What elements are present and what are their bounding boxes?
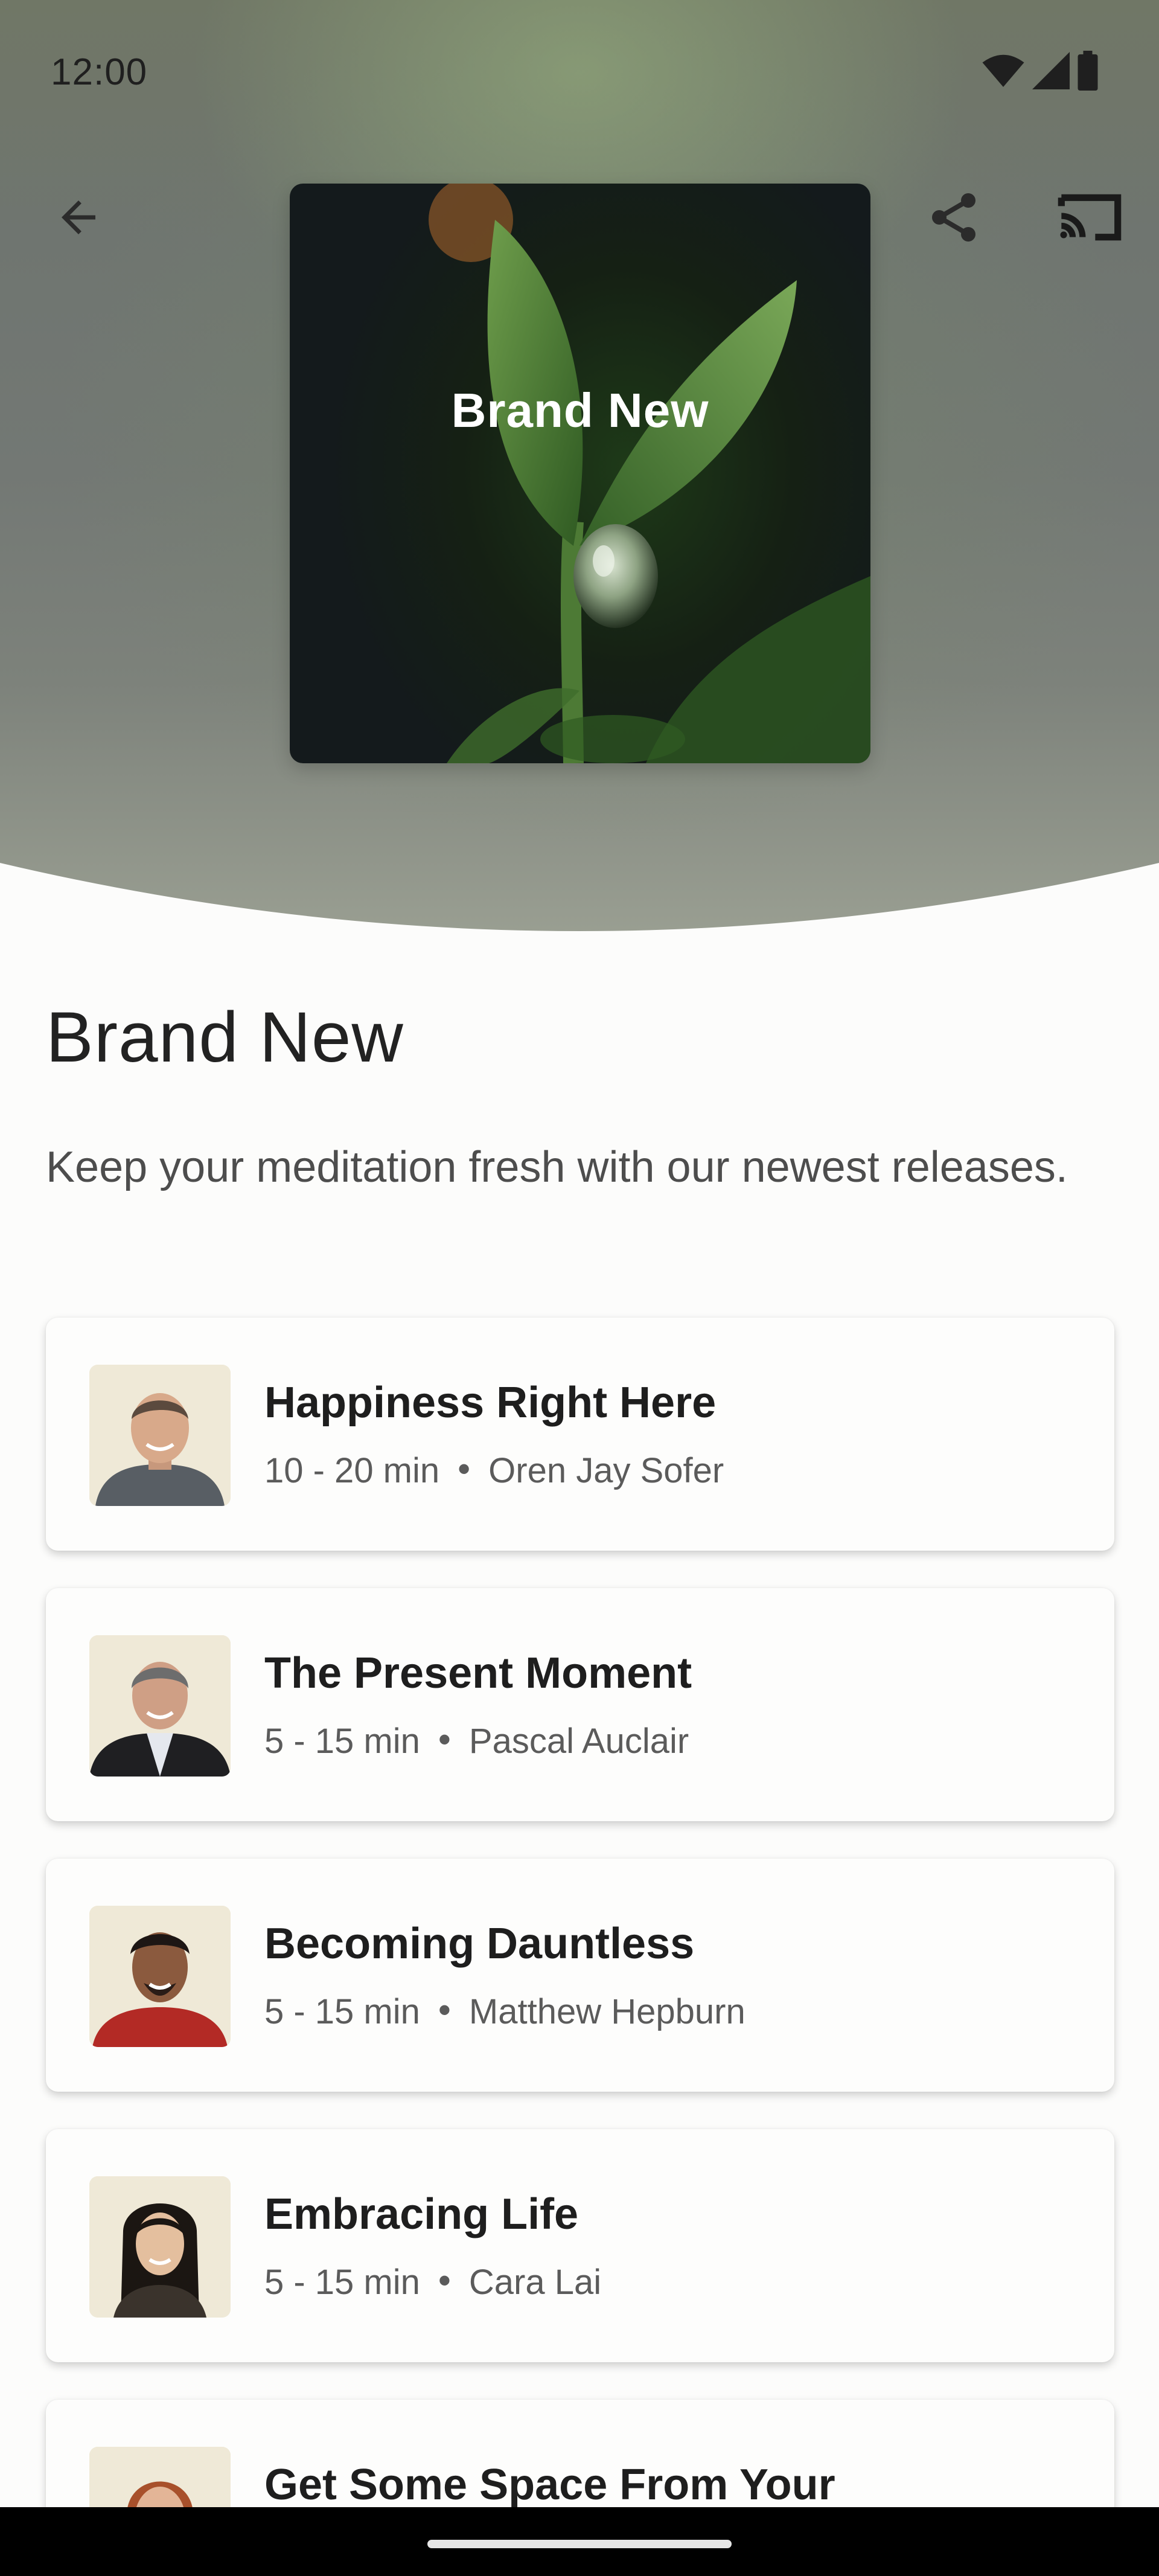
hero-curve-divider: [0, 863, 1159, 951]
teacher-photo: [89, 2176, 231, 2318]
teacher-photo: [89, 1906, 231, 2047]
item-title: Happiness Right Here: [264, 1379, 717, 1427]
item-meta: 10 - 20 min • Oren Jay Sofer: [264, 1448, 724, 1491]
item-title: Get Some Space From Your: [264, 2461, 835, 2509]
teacher-avatar: [89, 1365, 231, 1506]
item-teacher: Pascal Auclair: [468, 1722, 689, 1761]
list-item[interactable]: Becoming Dauntless 5 - 15 min • Matthew He…: [46, 1859, 1114, 2092]
teacher-avatar: [89, 2176, 231, 2318]
signal-icon: [1032, 52, 1070, 89]
item-duration: 5 - 15 min: [264, 1722, 420, 1761]
list-item[interactable]: Embracing Life 5 - 15 min • Cara Lai: [46, 2129, 1114, 2362]
sprout-image: [429, 184, 870, 763]
list-item[interactable]: The Present Moment 5 - 15 min • Pascal Auc…: [46, 1588, 1114, 1821]
wifi-icon: [982, 54, 1024, 87]
item-duration: 10 - 20 min: [264, 1451, 440, 1490]
page: 12:00 Brand New Brand New Keep your medi…: [0, 0, 1159, 2576]
separator-dot: •: [438, 1719, 451, 1760]
item-title: Becoming Dauntless: [264, 1920, 695, 1968]
arrow-left-icon: [62, 200, 95, 234]
separator-dot: •: [458, 1449, 471, 1489]
item-teacher: Cara Lai: [468, 2263, 602, 2302]
item-duration: 5 - 15 min: [264, 1992, 420, 2031]
artwork-card: Brand New: [290, 184, 870, 763]
status-icons: [982, 50, 1099, 92]
collection-description: Keep your meditation fresh with our newe…: [46, 1143, 1068, 1191]
item-teacher: Oren Jay Sofer: [488, 1451, 724, 1490]
item-meta: 5 - 15 min • Matthew Hepburn: [264, 1989, 746, 2032]
item-title: Embracing Life: [264, 2190, 579, 2238]
share-icon: [932, 193, 975, 242]
teacher-avatar: [89, 1635, 231, 1777]
system-navigation-bar: [0, 2507, 1159, 2576]
teacher-photo: [89, 1365, 231, 1506]
collection-title: Brand New: [46, 998, 404, 1077]
share-button[interactable]: [918, 181, 990, 254]
status-time: 12:00: [51, 51, 148, 93]
separator-dot: •: [438, 1990, 451, 2030]
home-gesture-handle[interactable]: [427, 2540, 732, 2548]
item-meta: 5 - 15 min • Cara Lai: [264, 2260, 601, 2302]
teacher-photo: [89, 1635, 231, 1777]
cast-icon: [1058, 194, 1122, 241]
item-duration: 5 - 15 min: [264, 2263, 420, 2302]
cast-button[interactable]: [1050, 181, 1129, 254]
artwork-title: Brand New: [451, 383, 709, 437]
hero-header: 12:00 Brand New: [0, 0, 1159, 951]
item-teacher: Matthew Hepburn: [468, 1992, 746, 2031]
list-item[interactable]: Happiness Right Here 10 - 20 min • Oren Ja…: [46, 1318, 1114, 1551]
item-meta: 5 - 15 min • Pascal Auclair: [264, 1719, 689, 1761]
battery-icon: [1078, 51, 1098, 91]
item-title: The Present Moment: [264, 1649, 692, 1697]
back-button[interactable]: [42, 181, 115, 254]
teacher-avatar: [89, 1906, 231, 2047]
separator-dot: •: [438, 2260, 451, 2301]
